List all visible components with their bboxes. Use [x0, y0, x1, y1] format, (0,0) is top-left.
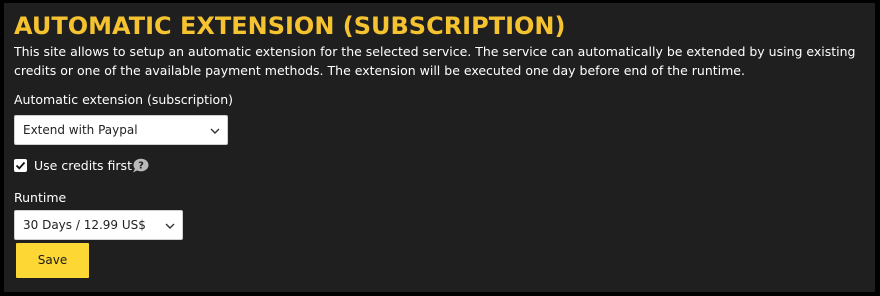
page-title: AUTOMATIC EXTENSION (SUBSCRIPTION)	[14, 12, 566, 40]
runtime-select[interactable]: 30 Days / 12.99 US$	[14, 210, 183, 240]
extension-label: Automatic extension (subscription)	[14, 92, 233, 107]
use-credits-label[interactable]: Use credits first	[34, 157, 132, 175]
extension-select-value: Extend with Paypal	[23, 123, 138, 137]
chevron-down-icon	[165, 223, 175, 229]
extension-select[interactable]: Extend with Paypal	[14, 115, 228, 145]
runtime-label: Runtime	[14, 190, 67, 205]
svg-text:?: ?	[138, 161, 144, 172]
save-button[interactable]: Save	[16, 243, 89, 278]
checkmark-icon	[15, 161, 26, 170]
page-description: This site allows to setup an automatic e…	[14, 44, 856, 78]
subscription-panel: AUTOMATIC EXTENSION (SUBSCRIPTION) This …	[4, 3, 875, 292]
help-question-icon[interactable]: ?	[132, 158, 149, 173]
runtime-select-value: 30 Days / 12.99 US$	[23, 218, 146, 232]
use-credits-checkbox[interactable]	[14, 159, 27, 172]
chevron-down-icon	[210, 128, 220, 134]
